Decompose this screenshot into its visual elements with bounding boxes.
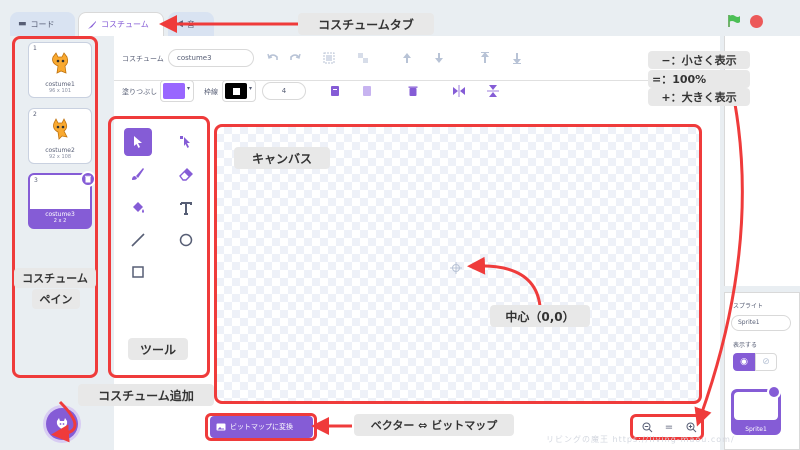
callout-vector-bitmap: ベクター ⇔ ビットマップ [354, 414, 514, 436]
callout-zoom-plus: +：大きく表示 [648, 88, 750, 106]
callout-zoom-equal: =：100% [648, 70, 750, 88]
callout-add-costume: コスチューム追加 [78, 384, 214, 406]
callout-center: 中心（0,0） [490, 305, 590, 327]
callout-tools: ツール [128, 338, 188, 360]
callout-pane-line2: ペイン [32, 289, 80, 309]
watermark: リビングの魔王 https://living-maou.com/ [546, 435, 735, 444]
callout-zoom-minus: −：小さく表示 [648, 51, 750, 69]
callout-costume-tab: コスチュームタブ [298, 13, 434, 35]
callout-pane-line1: コスチューム [14, 268, 96, 288]
callout-canvas: キャンバス [234, 147, 330, 169]
